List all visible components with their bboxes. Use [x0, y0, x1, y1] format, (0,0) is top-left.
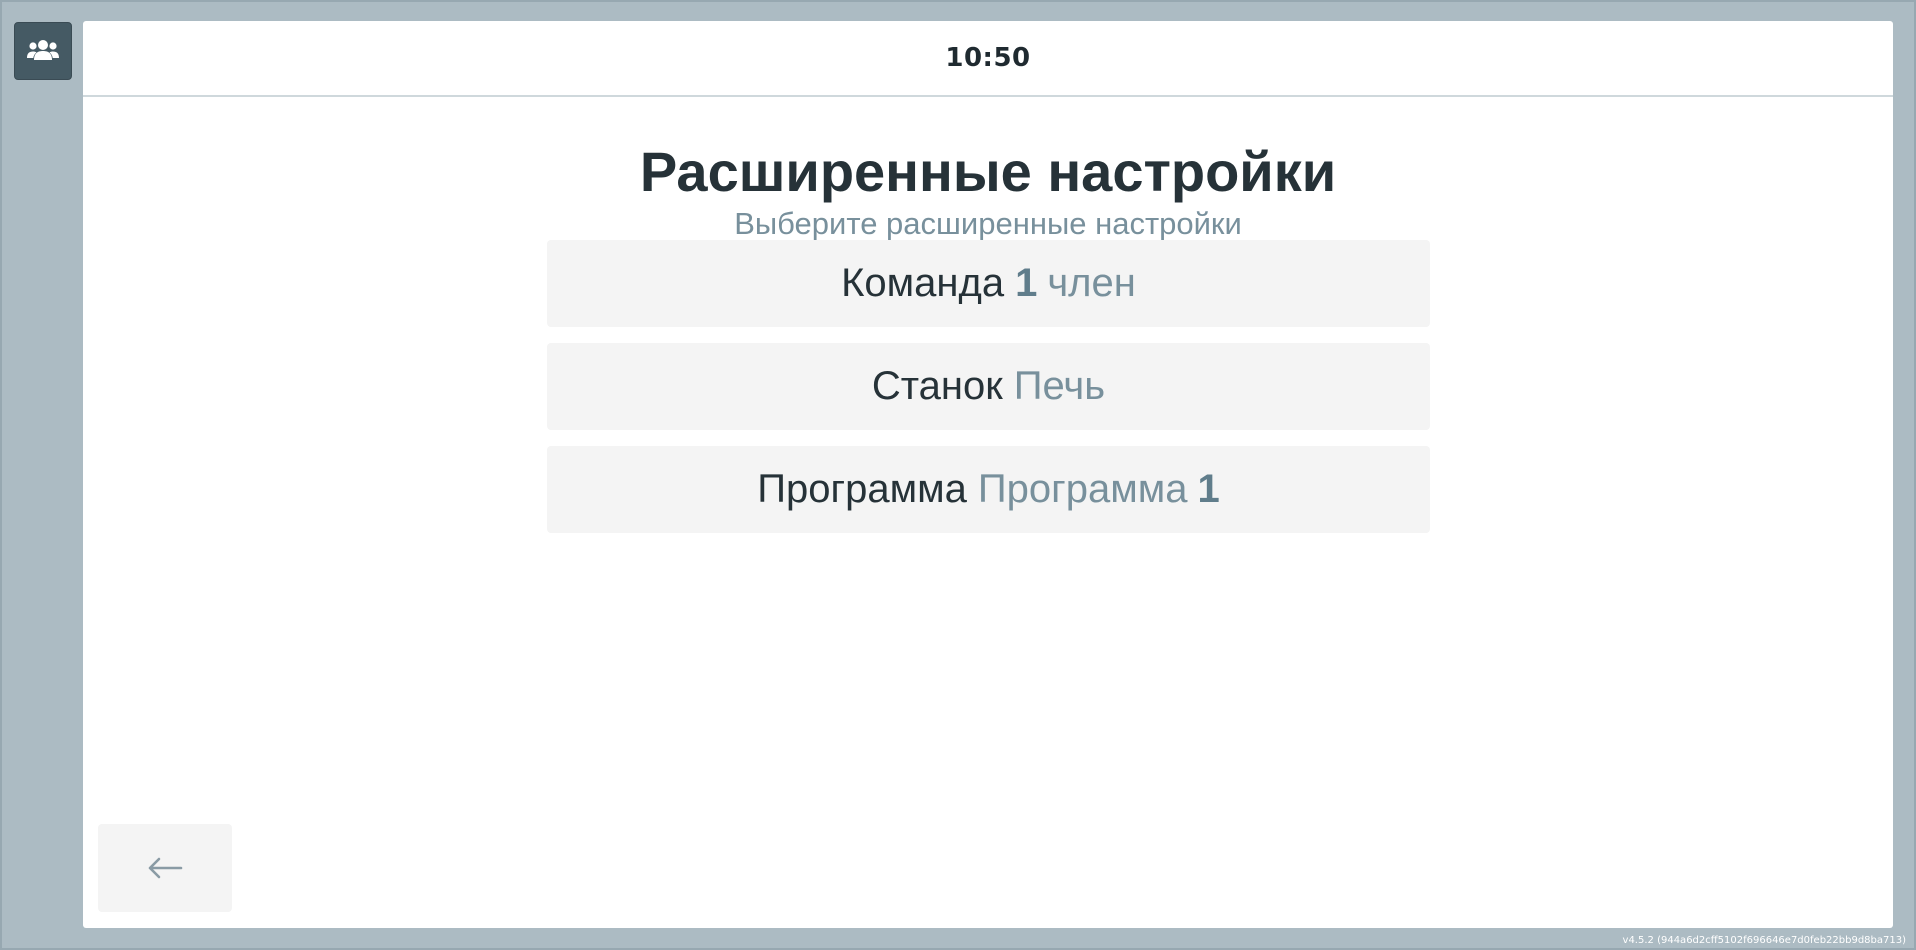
arrow-left-icon	[148, 857, 183, 879]
option-program-value-num: 1	[1197, 467, 1220, 511]
option-team-unit: член	[1047, 261, 1136, 305]
option-team-count: 1	[1015, 261, 1038, 305]
option-machine-label: Станок	[871, 364, 1003, 408]
option-machine-value: Печь	[1013, 364, 1106, 408]
version-label: v4.5.2 (944a6d2cff5102f696646e7d0feb22bb…	[1622, 935, 1906, 946]
option-team[interactable]: Команда 1 член	[547, 240, 1430, 327]
users-group-icon	[27, 40, 59, 60]
page-subtitle: Выберите расширенные настройки	[734, 206, 1242, 241]
clock: 10:50	[945, 43, 1031, 73]
option-machine[interactable]: Станок Печь	[547, 343, 1430, 430]
option-program[interactable]: Программа Программа 1	[547, 446, 1430, 533]
top-bar: 10:50	[83, 21, 1893, 97]
settings-options: Команда 1 член Станок Печь Программа Про…	[547, 240, 1430, 549]
back-button[interactable]	[98, 824, 232, 912]
page-title: Расширенные настройки	[639, 140, 1337, 203]
option-program-label: Программа	[757, 467, 967, 511]
main-panel: 10:50 Расширенные настройки Выберите рас…	[83, 21, 1893, 928]
team-button[interactable]	[14, 22, 72, 80]
option-team-label: Команда	[841, 261, 1005, 305]
option-program-value-text: Программа	[977, 467, 1188, 511]
